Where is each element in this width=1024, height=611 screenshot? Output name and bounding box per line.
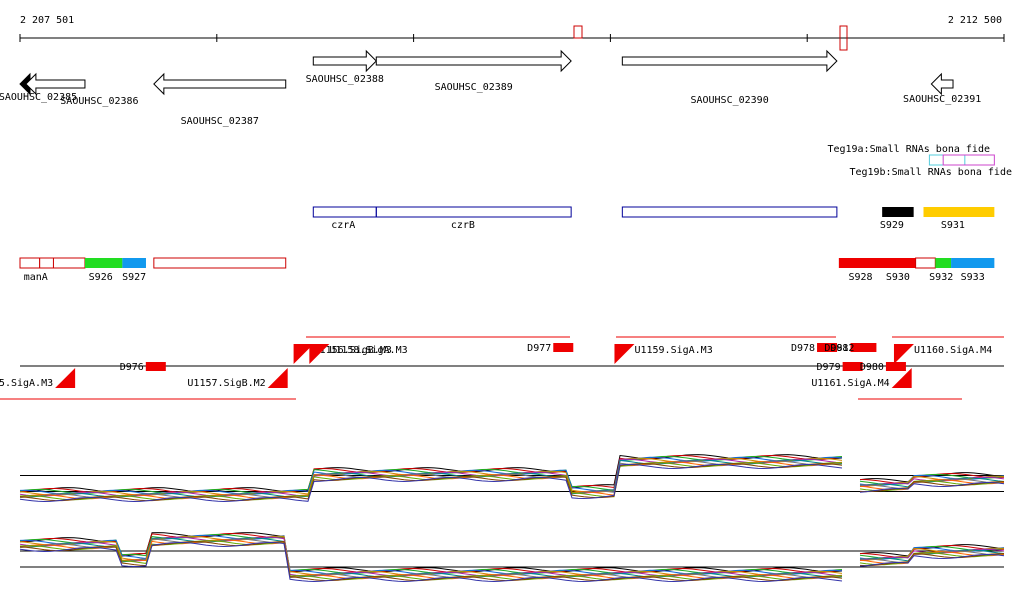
operon-box[interactable] — [621, 206, 838, 218]
gene-label: SAOUHSC_02388 — [306, 74, 384, 85]
feature-box[interactable] — [915, 257, 936, 269]
genomic-ruler: 2 207 501 2 212 500 — [19, 15, 1005, 51]
feature-box[interactable] — [84, 258, 123, 268]
ruler-marker — [573, 25, 583, 39]
feature-label: S930 — [886, 272, 910, 283]
segment-box[interactable] — [923, 207, 995, 217]
gene-arrow[interactable] — [312, 49, 377, 73]
gene-arrow[interactable] — [375, 49, 572, 73]
terminator-box[interactable] — [856, 343, 877, 352]
promoter-label: U1161.SigA.M4 — [811, 378, 889, 389]
terminator-label: D976 — [120, 362, 144, 373]
feature-box[interactable] — [951, 258, 995, 268]
gene-label: SAOUHSC_02390 — [690, 95, 768, 106]
terminator-label: D979 — [817, 362, 841, 373]
gene-arrow[interactable] — [621, 49, 838, 73]
promoter-flag[interactable] — [55, 368, 76, 388]
feature-box[interactable] — [838, 258, 916, 268]
gene-arrow[interactable] — [930, 72, 954, 96]
feature-label: S927 — [122, 272, 146, 283]
feature-box[interactable] — [39, 257, 54, 269]
promoter-flag[interactable] — [893, 344, 914, 364]
small-rna-box[interactable] — [942, 154, 995, 166]
segment-label: S929 — [880, 220, 904, 231]
feature-label: S928 — [848, 272, 872, 283]
feature-box[interactable] — [19, 257, 41, 269]
promoter-track[interactable]: U1156.SigB.M3U1158.SigA.M3 U1159.SigA.M3 U… — [0, 336, 1004, 400]
feature-box[interactable] — [122, 258, 146, 268]
terminator-label: D982 — [830, 343, 854, 354]
gene-arrow[interactable] — [153, 72, 287, 96]
terminator-box[interactable] — [145, 362, 166, 371]
segment-label: S931 — [941, 220, 965, 231]
operon-label: czrB — [451, 220, 475, 231]
promoter-label: U1158.SigA.M3 — [329, 345, 407, 356]
segment-box[interactable] — [882, 207, 914, 217]
gene-label: SAOUHSC_02389 — [435, 82, 513, 93]
promoter-label: U1160.SigA.M4 — [914, 345, 992, 356]
operon-box[interactable] — [375, 206, 572, 218]
promoter-label: U1159.SigA.M3 — [634, 345, 712, 356]
feature-box[interactable] — [153, 257, 287, 269]
gene-label: SAOUHSC_02391 — [903, 94, 981, 105]
ruler-end-label: 2 212 500 — [948, 15, 1002, 26]
operon-label: czrA — [331, 220, 355, 231]
feature-label: S932 — [929, 272, 953, 283]
profile-line — [19, 541, 1005, 583]
feature-box[interactable] — [935, 258, 952, 268]
feature-label: manA — [24, 272, 48, 283]
operon-track[interactable]: czrA czrB — [312, 206, 838, 231]
promoter-label: U1157.SigB.M2 — [187, 378, 265, 389]
terminator-box[interactable] — [553, 343, 574, 352]
expression-profile-panels — [19, 454, 1005, 583]
gene-track[interactable]: SAOUHSC_02385SAOUHSC_02386SAOUHSC_02387S… — [0, 49, 981, 127]
terminator-box[interactable] — [885, 362, 906, 371]
gene-arrow[interactable] — [25, 72, 86, 96]
terminator-label: D978 — [791, 343, 815, 354]
feature-label: S933 — [961, 272, 985, 283]
terminator-label: D977 — [527, 343, 551, 354]
promoter-flag[interactable] — [267, 368, 288, 388]
small-rna-box[interactable] — [928, 154, 966, 166]
small-rna-label: Teg19a:Small RNAs bona fide — [827, 144, 990, 155]
small-rna-track[interactable]: Teg19a:Small RNAs bona fide Teg19b:Small … — [827, 144, 1012, 178]
promoter-flag[interactable] — [614, 344, 635, 364]
gene-label: SAOUHSC_02387 — [181, 116, 259, 127]
operon-box[interactable] — [312, 206, 377, 218]
feature-label: S926 — [89, 272, 113, 283]
small-rna-label: Teg19b:Small RNAs bona fide — [849, 167, 1012, 178]
gene-label: SAOUHSC_02386 — [60, 96, 138, 107]
segment-track[interactable]: S929 S931 — [880, 207, 995, 231]
feature-track[interactable]: manA S926 S927 S928 S930 S932 S933 — [19, 257, 995, 283]
ruler-start-label: 2 207 501 — [20, 15, 74, 26]
promoter-label: U1155.SigA.M3 — [0, 378, 53, 389]
feature-box[interactable] — [52, 257, 86, 269]
terminator-label: D980 — [860, 362, 884, 373]
genome-browser-view: 2 207 501 2 212 500 SAOUHSC_02385SAOUHSC… — [0, 15, 1012, 583]
